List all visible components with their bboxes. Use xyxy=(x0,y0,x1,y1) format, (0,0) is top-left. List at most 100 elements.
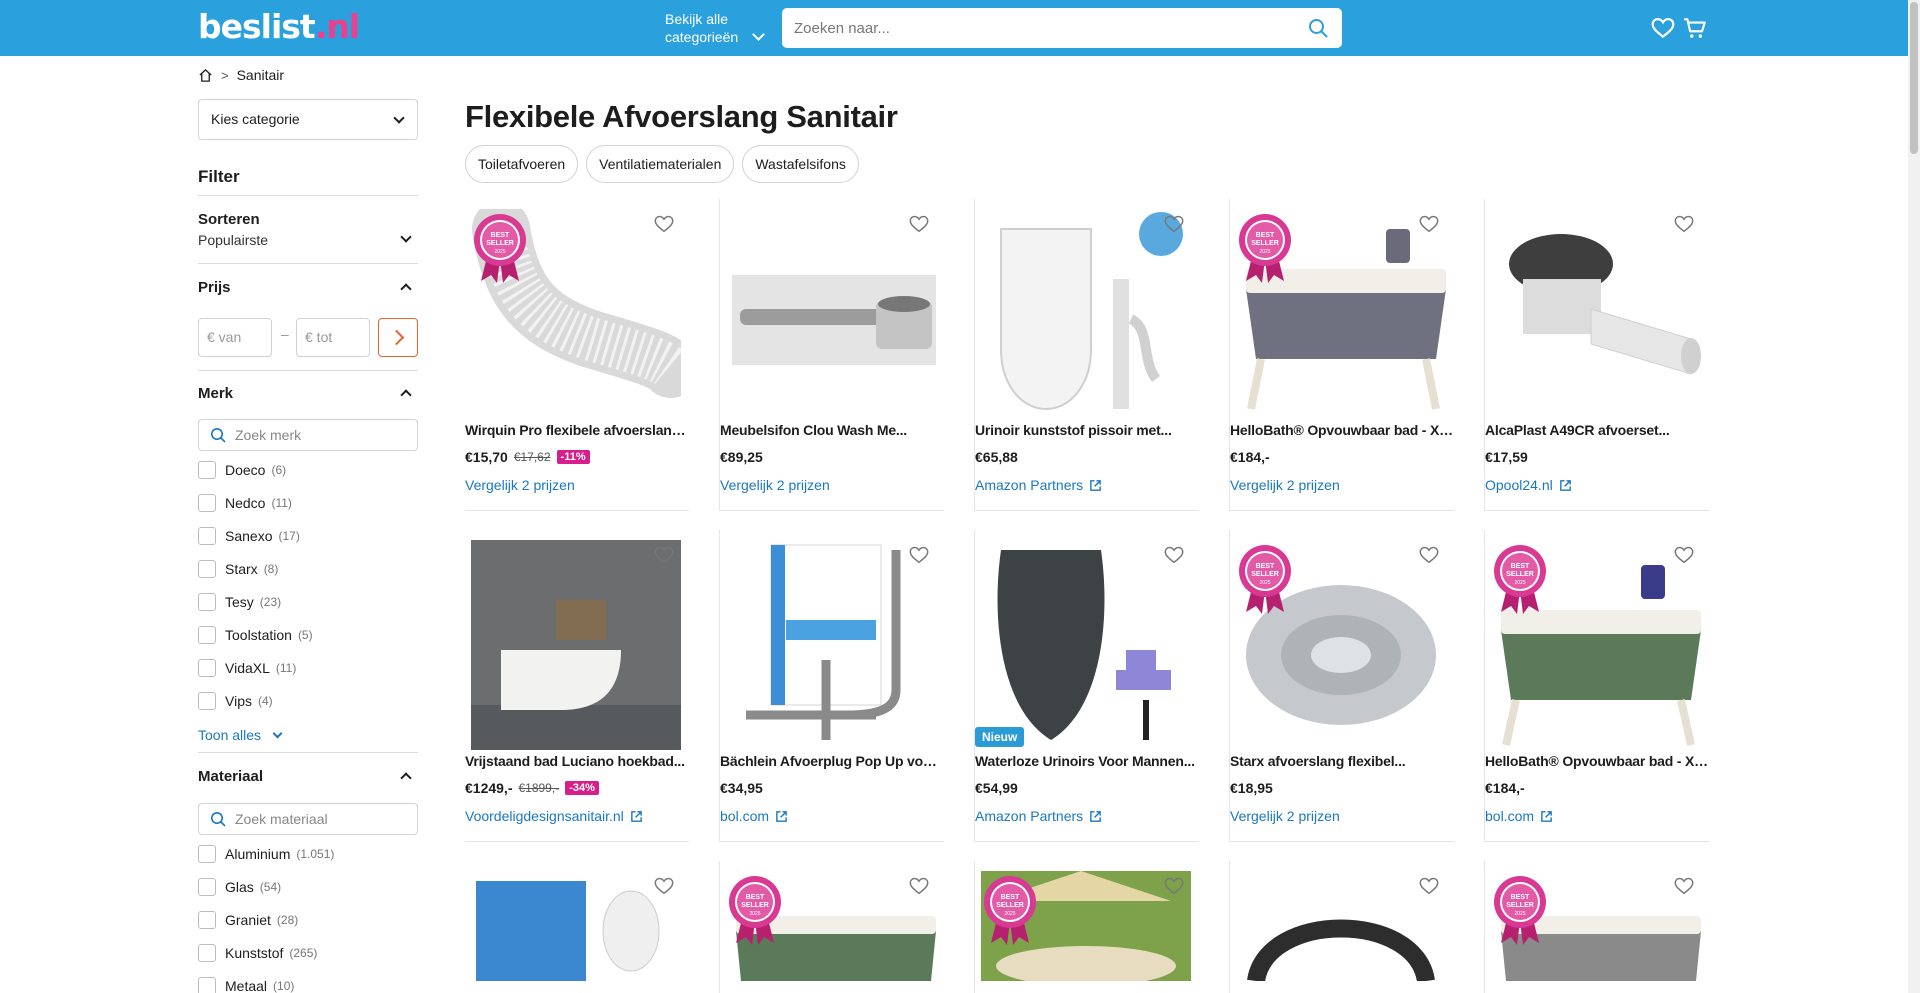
show-all-brands-link[interactable]: Toon alles xyxy=(198,727,283,743)
product-image[interactable] xyxy=(1236,871,1446,993)
product-shop-link[interactable]: bol.com xyxy=(1485,808,1553,824)
product-name[interactable]: HelloBath® Opvouwbaar bad - XX... xyxy=(1230,422,1454,438)
material-search-input[interactable]: Zoek materiaal xyxy=(198,803,418,835)
price-from-input[interactable]: € van xyxy=(198,318,272,357)
product-shop-link[interactable]: Vergelijk 2 prijzen xyxy=(1230,477,1340,493)
product-name[interactable]: Wirquin Pro flexibele afvoerslang... xyxy=(465,422,689,438)
favorite-heart-icon[interactable] xyxy=(1673,544,1695,566)
product-shop-link[interactable]: Opool24.nl xyxy=(1485,477,1572,493)
product-shop-link[interactable]: bol.com xyxy=(720,808,788,824)
price-to-input[interactable]: € tot xyxy=(296,318,370,357)
checkbox[interactable] xyxy=(198,626,216,644)
material-option[interactable]: Graniet (28) xyxy=(198,909,298,931)
product-image[interactable] xyxy=(1491,209,1701,419)
favorite-heart-icon[interactable] xyxy=(653,875,675,897)
product-shop-link[interactable]: Vergelijk 2 prijzen xyxy=(465,477,575,493)
all-categories-button[interactable]: Bekijk alle categorieën xyxy=(665,10,765,46)
brand-option[interactable]: Tesy (23) xyxy=(198,591,281,613)
product-image[interactable] xyxy=(981,209,1191,419)
brand-option[interactable]: VidaXL (11) xyxy=(198,657,296,679)
product-name[interactable]: Starx afvoerslang flexibel... xyxy=(1230,753,1454,769)
chip-wastafelsifons[interactable]: Wastafelsifons xyxy=(742,145,859,183)
product-name[interactable]: Urinoir kunststof pissoir met... xyxy=(975,422,1199,438)
favorite-heart-icon[interactable] xyxy=(1418,544,1440,566)
favorite-heart-icon[interactable] xyxy=(908,875,930,897)
checkbox[interactable] xyxy=(198,560,216,578)
category-select[interactable]: Kies categorie xyxy=(198,99,418,140)
material-option[interactable]: Glas (54) xyxy=(198,876,281,898)
checkbox[interactable] xyxy=(198,593,216,611)
product-price-row: €65,88 xyxy=(975,449,1018,465)
favorite-heart-icon[interactable] xyxy=(1163,544,1185,566)
checkbox[interactable] xyxy=(198,659,216,677)
brand-option[interactable]: Toolstation (5) xyxy=(198,624,313,646)
search-icon[interactable] xyxy=(1308,18,1328,38)
checkbox[interactable] xyxy=(198,878,216,896)
checkbox[interactable] xyxy=(198,494,216,512)
favorite-heart-icon[interactable] xyxy=(908,213,930,235)
favorite-heart-icon[interactable] xyxy=(1673,213,1695,235)
heart-icon[interactable] xyxy=(1650,15,1676,41)
product-image[interactable] xyxy=(726,540,936,750)
product-price: €184,- xyxy=(1230,449,1270,465)
material-option[interactable]: Metaal (10) xyxy=(198,975,294,993)
brand-option[interactable]: Sanexo (17) xyxy=(198,525,300,547)
checkbox[interactable] xyxy=(198,911,216,929)
product-name[interactable]: Bächlein Afvoerplug Pop Up voor... xyxy=(720,753,944,769)
search-input[interactable] xyxy=(794,8,1294,48)
brand-option[interactable]: Doeco (6) xyxy=(198,459,286,481)
material-option[interactable]: Kunststof (265) xyxy=(198,942,317,964)
chevron-down-icon[interactable] xyxy=(400,231,412,243)
home-icon[interactable] xyxy=(198,68,213,83)
product-name[interactable]: Meubelsifon Clou Wash Me... xyxy=(720,422,944,438)
divider xyxy=(198,370,418,371)
product-shop-link[interactable]: Voordeligdesignsanitair.nl xyxy=(465,808,643,824)
checkbox[interactable] xyxy=(198,527,216,545)
chevron-up-icon[interactable] xyxy=(400,389,412,401)
favorite-heart-icon[interactable] xyxy=(1163,213,1185,235)
chip-toiletafvoeren[interactable]: Toiletafvoeren xyxy=(465,145,579,183)
favorite-heart-icon[interactable] xyxy=(1163,875,1185,897)
chevron-up-icon[interactable] xyxy=(400,772,412,784)
checkbox[interactable] xyxy=(198,692,216,710)
product-image[interactable] xyxy=(471,871,681,993)
checkbox[interactable] xyxy=(198,977,216,993)
checkbox[interactable] xyxy=(198,461,216,479)
brand-option[interactable]: Nedco (11) xyxy=(198,492,292,514)
checkbox[interactable] xyxy=(198,845,216,863)
filter-sidebar: Kies categorie Filter Sorteren Populairs… xyxy=(198,99,418,993)
logo[interactable]: beslist.nl xyxy=(198,7,360,47)
product-name[interactable]: AlcaPlast A49CR afvoerset... xyxy=(1485,422,1709,438)
product-image[interactable] xyxy=(726,209,942,419)
option-count: (11) xyxy=(275,661,297,675)
product-shop-link[interactable]: Vergelijk 2 prijzen xyxy=(720,477,830,493)
product-name[interactable]: Waterloze Urinoirs Voor Mannen... xyxy=(975,753,1199,769)
scrollbar-thumb[interactable] xyxy=(1910,2,1918,154)
product-image[interactable] xyxy=(471,540,681,750)
product-shop-link[interactable]: Amazon Partners xyxy=(975,808,1102,824)
favorite-heart-icon[interactable] xyxy=(1673,875,1695,897)
price-submit-button[interactable] xyxy=(378,318,418,357)
favorite-heart-icon[interactable] xyxy=(1418,213,1440,235)
favorite-heart-icon[interactable] xyxy=(1418,875,1440,897)
favorite-heart-icon[interactable] xyxy=(908,544,930,566)
brand-option[interactable]: Starx (8) xyxy=(198,558,278,580)
product-image[interactable] xyxy=(981,540,1191,750)
cart-icon[interactable] xyxy=(1682,15,1708,41)
product-shop-link[interactable]: Amazon Partners xyxy=(975,477,1102,493)
sort-value[interactable]: Populairste xyxy=(198,232,268,248)
scrollbar[interactable] xyxy=(1908,0,1920,993)
material-option[interactable]: Aluminium (1.051) xyxy=(198,843,334,865)
chevron-up-icon[interactable] xyxy=(400,283,412,295)
favorite-heart-icon[interactable] xyxy=(653,213,675,235)
brand-search-input[interactable]: Zoek merk xyxy=(198,419,418,451)
product-name[interactable]: Vrijstaand bad Luciano hoekbad... xyxy=(465,753,689,769)
brand-option[interactable]: Vips (4) xyxy=(198,690,273,712)
product-shop-link[interactable]: Vergelijk 2 prijzen xyxy=(1230,808,1340,824)
breadcrumb-current[interactable]: Sanitair xyxy=(237,67,284,83)
product-name[interactable]: HelloBath® Opvouwbaar bad - XX... xyxy=(1485,753,1709,769)
chip-ventilatiematerialen[interactable]: Ventilatiematerialen xyxy=(586,145,735,183)
checkbox[interactable] xyxy=(198,944,216,962)
favorite-heart-icon[interactable] xyxy=(653,544,675,566)
product-price-row: €184,- xyxy=(1230,449,1270,465)
